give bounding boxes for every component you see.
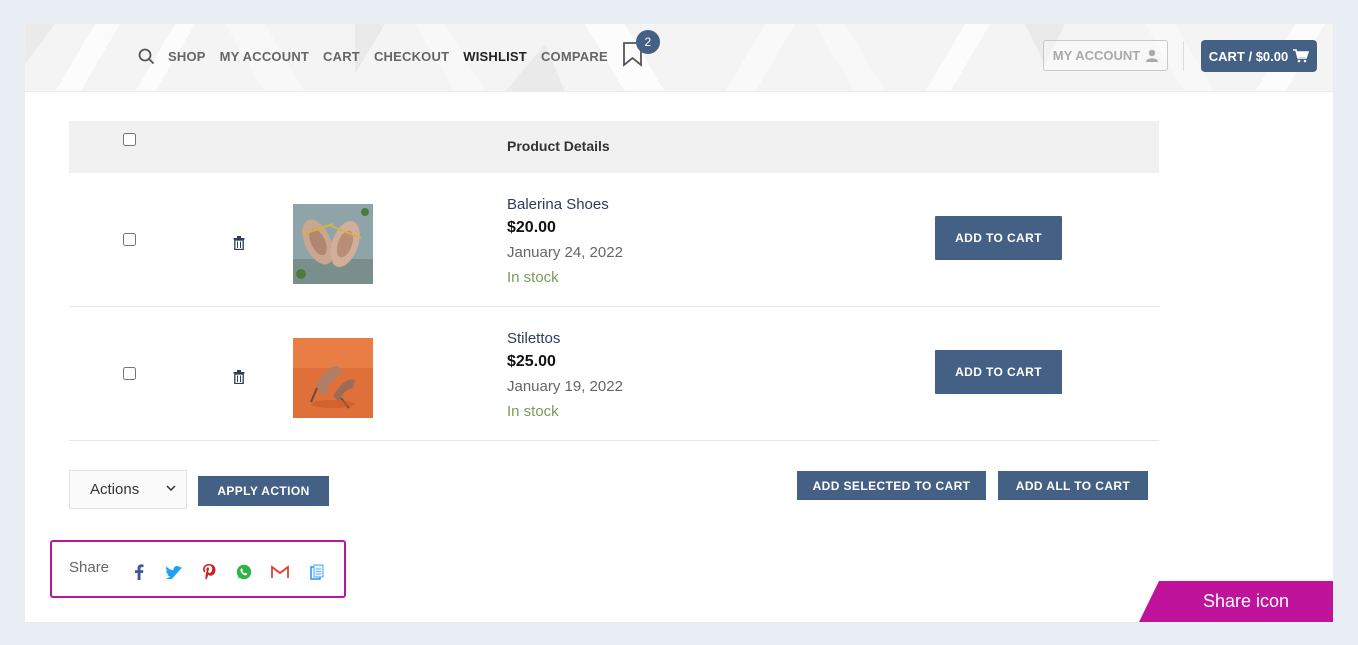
share-box: Share: [50, 540, 346, 598]
search-icon[interactable]: [138, 47, 156, 65]
cart-icon: [1293, 49, 1310, 63]
actions-select-value: Actions: [90, 481, 140, 498]
actions-select[interactable]: Actions: [69, 470, 187, 509]
nav-wishlist[interactable]: WISHLIST: [463, 49, 527, 64]
nav-checkout[interactable]: CHECKOUT: [374, 49, 449, 64]
chevron-down-icon: [166, 485, 176, 492]
wishlist-icon[interactable]: 2: [622, 30, 660, 71]
product-details-heading: Product Details: [507, 138, 610, 154]
page-frame: SHOP MY ACCOUNT CART CHECKOUT WISHLIST C…: [25, 24, 1333, 622]
product-name[interactable]: Stilettos: [507, 330, 623, 347]
stock-status: In stock: [507, 269, 559, 286]
pinterest-icon[interactable]: [200, 563, 218, 581]
nav-my-account[interactable]: MY ACCOUNT: [220, 49, 309, 64]
product-image-stilettos[interactable]: [293, 338, 373, 418]
product-date-added: January 19, 2022: [507, 378, 623, 395]
copy-link-icon[interactable]: [308, 563, 326, 581]
product-date-added: January 24, 2022: [507, 244, 623, 261]
table-row: Stilettos $25.00 January 19, 2022 In sto…: [69, 307, 1159, 441]
nav-compare[interactable]: COMPARE: [541, 49, 608, 64]
add-all-to-cart-button[interactable]: ADD ALL TO CART: [998, 471, 1148, 500]
select-all-checkbox[interactable]: [123, 133, 136, 146]
add-to-cart-button[interactable]: ADD TO CART: [935, 216, 1062, 260]
product-info: Balerina Shoes $20.00 January 24, 2022 I…: [507, 196, 623, 286]
header-divider: [1183, 41, 1184, 71]
site-header: SHOP MY ACCOUNT CART CHECKOUT WISHLIST C…: [25, 24, 1333, 92]
trash-icon[interactable]: [233, 370, 245, 384]
nav-cart[interactable]: CART: [323, 49, 360, 64]
cart-button-label: CART / $0.00: [1208, 48, 1289, 64]
product-price: $20.00: [507, 219, 556, 236]
row-checkbox[interactable]: [123, 233, 136, 246]
product-image-balerina-shoes[interactable]: [293, 204, 373, 284]
product-info: Stilettos $25.00 January 19, 2022 In sto…: [507, 330, 623, 420]
whatsapp-icon[interactable]: [235, 563, 253, 581]
facebook-icon[interactable]: [130, 563, 148, 581]
cart-button[interactable]: CART / $0.00: [1201, 40, 1317, 72]
user-icon: [1146, 49, 1159, 62]
product-name[interactable]: Balerina Shoes: [507, 196, 623, 213]
main-nav: SHOP MY ACCOUNT CART CHECKOUT WISHLIST C…: [138, 24, 660, 88]
apply-action-button[interactable]: APPLY ACTION: [198, 476, 329, 506]
nav-shop[interactable]: SHOP: [168, 49, 206, 64]
share-label: Share: [69, 559, 110, 576]
wishlist-count-badge: 2: [635, 30, 660, 54]
add-selected-to-cart-button[interactable]: ADD SELECTED TO CART: [797, 471, 986, 500]
wishlist-table-header: Product Details: [69, 121, 1159, 173]
table-row: Balerina Shoes $20.00 January 24, 2022 I…: [69, 173, 1159, 307]
callout-text: Share icon: [1203, 591, 1290, 611]
twitter-icon[interactable]: [165, 563, 183, 581]
add-to-cart-button[interactable]: ADD TO CART: [935, 350, 1062, 394]
my-account-label: MY ACCOUNT: [1052, 48, 1141, 63]
share-icon-callout: Share icon: [1139, 581, 1333, 622]
stock-status: In stock: [507, 403, 559, 420]
row-checkbox[interactable]: [123, 367, 136, 380]
my-account-button[interactable]: MY ACCOUNT: [1043, 40, 1168, 71]
product-price: $25.00: [507, 353, 556, 370]
gmail-icon[interactable]: [271, 563, 289, 581]
trash-icon[interactable]: [233, 236, 245, 250]
